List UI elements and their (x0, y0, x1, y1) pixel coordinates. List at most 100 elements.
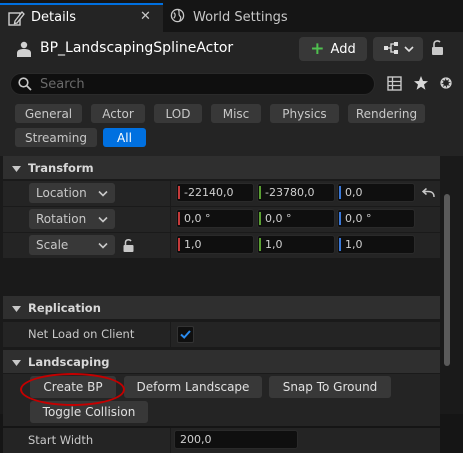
caret-down-icon (12, 301, 21, 315)
location-x-input[interactable]: -22140,0 (176, 183, 254, 202)
scale-x-input[interactable]: 1,0 (176, 235, 254, 254)
tab-bar: Details ✕ World Settings (0, 0, 463, 32)
location-label: Location (36, 186, 87, 200)
actor-header: BP_LandscapingSplineActor + Add (0, 32, 463, 66)
location-x-value: -22140,0 (184, 186, 234, 199)
chevron-down-icon (98, 238, 108, 252)
rotation-x-input[interactable]: 0,0 ° (176, 209, 254, 228)
y-axis-marker (259, 238, 261, 251)
y-axis-marker (259, 212, 261, 225)
details-pencil-icon (8, 10, 25, 30)
section-landscaping-label: Landscaping (28, 354, 110, 369)
row-divider (170, 428, 171, 453)
x-axis-marker (178, 212, 180, 225)
table-view-icon[interactable] (387, 76, 402, 94)
details-panel: BP_LandscapingSplineActor + Add Search G… (0, 32, 463, 453)
blueprint-options-button[interactable] (373, 37, 423, 61)
search-icon (18, 77, 32, 94)
scale-label: Scale (36, 238, 69, 252)
location-y-value: -23780,0 (265, 186, 315, 199)
tab-world-settings[interactable]: World Settings (170, 4, 288, 30)
chevron-down-icon (98, 186, 108, 200)
z-axis-marker (339, 186, 341, 199)
filter-general[interactable]: General (15, 104, 82, 123)
x-axis-marker (178, 238, 180, 251)
row-divider (170, 233, 171, 258)
globe-icon (170, 8, 185, 26)
create-bp-highlight-circle (20, 373, 125, 406)
location-z-input[interactable]: 0,0 (337, 183, 415, 202)
details-tree: Transform Location -22140,0 -23780,0 0,0 (0, 156, 463, 453)
filter-all[interactable]: All (103, 128, 146, 147)
rotation-y-input[interactable]: 0,0 ° (257, 209, 335, 228)
plus-icon: + (310, 38, 325, 59)
net-load-checkbox[interactable] (177, 326, 194, 343)
reset-to-default-icon[interactable] (421, 187, 436, 202)
deform-landscape-button[interactable]: Deform Landscape (124, 376, 262, 398)
lock-icon[interactable] (430, 39, 446, 60)
rotation-y-value: 0,0 ° (265, 212, 292, 225)
rotation-x-value: 0,0 ° (184, 212, 211, 225)
rotation-mode-dropdown[interactable]: Rotation (29, 209, 115, 229)
filter-streaming[interactable]: Streaming (15, 128, 97, 147)
location-mode-dropdown[interactable]: Location (29, 183, 115, 203)
y-axis-marker (259, 186, 261, 199)
search-box[interactable] (10, 73, 375, 95)
actor-name: BP_LandscapingSplineActor (40, 40, 234, 56)
scale-y-value: 1,0 (265, 238, 283, 251)
close-tab-icon[interactable]: ✕ (140, 9, 151, 24)
gear-icon[interactable] (438, 75, 454, 94)
row-divider (170, 322, 171, 347)
z-axis-marker (339, 238, 341, 251)
rotation-row: Rotation 0,0 ° 0,0 ° 0,0 ° (3, 207, 440, 232)
filter-rendering[interactable]: Rendering (348, 104, 425, 123)
checkmark-icon (180, 330, 191, 339)
start-width-row: Start Width 200,0 (3, 428, 440, 453)
filter-physics[interactable]: Physics (270, 104, 339, 123)
row-divider (170, 207, 171, 232)
section-replication-label: Replication (28, 300, 101, 315)
net-load-row: Net Load on Client (3, 322, 440, 347)
scale-z-input[interactable]: 1,0 (337, 235, 415, 254)
rotation-z-value: 0,0 ° (345, 212, 372, 225)
add-button-label: Add (330, 41, 356, 57)
tab-details[interactable]: Details ✕ (0, 3, 163, 32)
blueprint-graph-icon (383, 41, 399, 58)
add-component-button[interactable]: + Add (299, 37, 367, 61)
chevron-down-icon (98, 212, 108, 226)
blueprint-actor-icon (14, 40, 34, 63)
start-width-value: 200,0 (180, 433, 212, 446)
scale-y-input[interactable]: 1,0 (257, 235, 335, 254)
location-z-value: 0,0 (345, 186, 363, 199)
section-replication[interactable]: Replication (3, 296, 440, 319)
start-width-label: Start Width (28, 433, 94, 447)
scrollbar-thumb[interactable] (444, 194, 450, 366)
caret-down-icon (12, 355, 21, 369)
filter-actor[interactable]: Actor (91, 104, 145, 123)
scale-row: Scale 1,0 1,0 1,0 (3, 233, 440, 258)
location-y-input[interactable]: -23780,0 (257, 183, 335, 202)
filter-misc[interactable]: Misc (211, 104, 261, 123)
tab-world-settings-label: World Settings (193, 9, 288, 25)
rotation-label: Rotation (36, 212, 87, 226)
section-transform-label: Transform (28, 160, 94, 175)
rotation-z-input[interactable]: 0,0 ° (337, 209, 415, 228)
scale-mode-dropdown[interactable]: Scale (29, 235, 115, 255)
net-load-label: Net Load on Client (28, 327, 135, 341)
start-width-input[interactable]: 200,0 (174, 430, 298, 449)
snap-to-ground-button[interactable]: Snap To Ground (269, 376, 391, 398)
search-input[interactable] (38, 75, 368, 93)
x-axis-marker (178, 186, 180, 199)
scale-x-value: 1,0 (184, 238, 202, 251)
section-landscaping[interactable]: Landscaping (3, 350, 440, 373)
z-axis-marker (339, 212, 341, 225)
tab-details-label: Details (31, 10, 77, 25)
star-icon[interactable] (413, 75, 429, 94)
chevron-down-icon (403, 42, 414, 56)
section-transform[interactable]: Transform (3, 156, 440, 179)
row-divider (170, 181, 171, 206)
lock-scale-icon[interactable] (122, 238, 136, 256)
filter-lod[interactable]: LOD (154, 104, 202, 123)
caret-down-icon (12, 161, 21, 175)
scale-z-value: 1,0 (345, 238, 363, 251)
